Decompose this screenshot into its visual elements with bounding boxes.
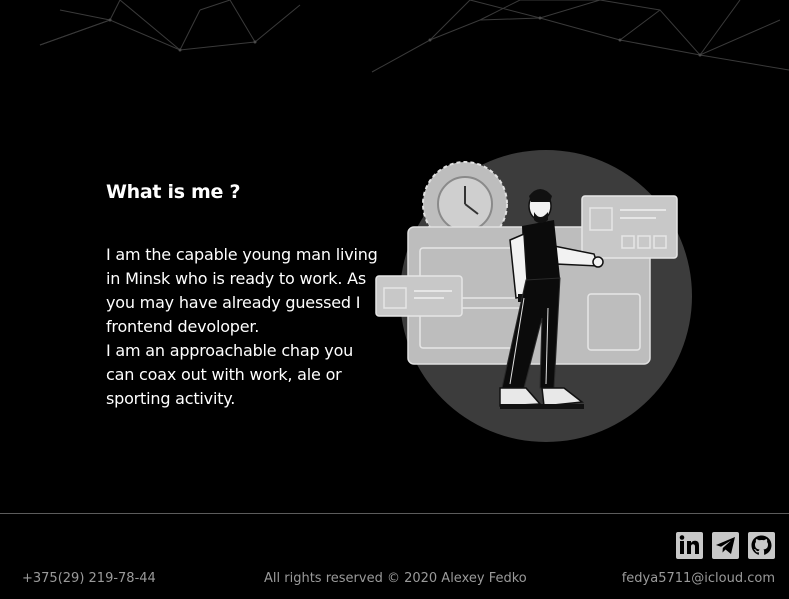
linkedin-icon [679,535,699,554]
about-line: I am an approachable chap you [106,341,354,360]
footer-phone[interactable]: +375(29) 219-78-44 [22,571,156,586]
about-line: I am the capable young man living [106,245,378,264]
network-background [39,0,789,73]
telegram-link[interactable] [712,532,739,559]
about-line: frontend devoloper. [106,317,260,336]
left-window [375,275,463,317]
telegram-icon [716,537,735,554]
github-link[interactable] [748,532,775,559]
footer-email[interactable]: fedya5711@icloud.com [622,571,775,586]
about-line: you may have already guessed I [106,293,361,312]
about-line: can coax out with work, ale or [106,365,342,384]
about-line: in Minsk who is ready to work. As [106,269,367,288]
footer-copyright: All rights reserved © 2020 Alexey Fedko [264,571,527,586]
footer-divider [0,513,789,514]
about-text: I am the capable young man living in Min… [106,243,386,411]
github-icon [751,535,772,555]
linkedin-link[interactable] [676,532,703,559]
about-title: What is me ? [106,181,241,203]
about-line: sporting activity. [106,389,236,408]
developer-illustration [375,150,692,442]
